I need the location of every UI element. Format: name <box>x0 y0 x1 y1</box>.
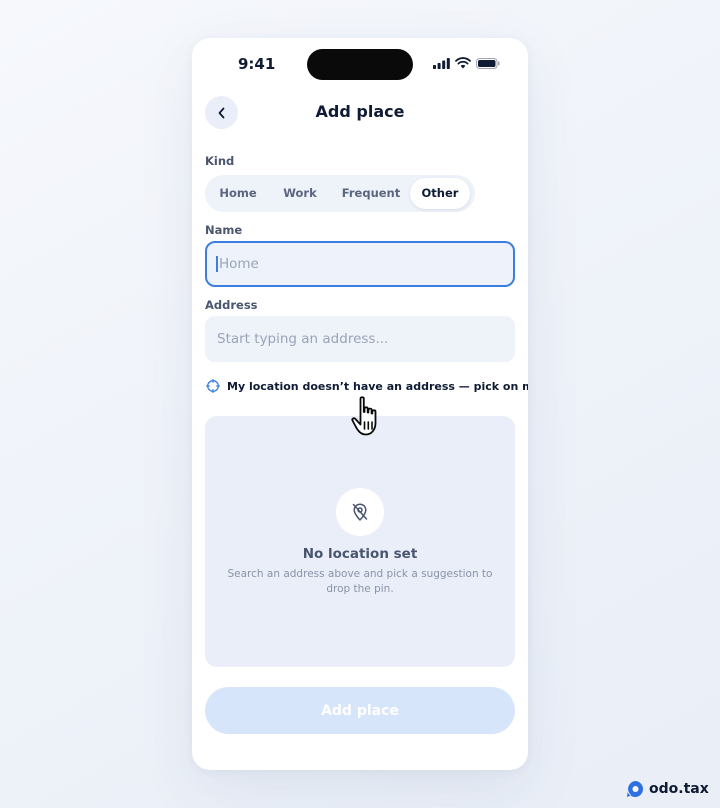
brand-watermark: odo.tax <box>626 780 709 798</box>
map-empty-description: Search an address above and pick a sugge… <box>227 568 493 595</box>
phone-screen: 9:41 Add place Kind Home Work Frequent O… <box>192 38 528 770</box>
name-input[interactable] <box>205 241 515 287</box>
pick-on-map-label: My location doesn’t have an address — pi… <box>227 379 528 393</box>
brand-name: odo.tax <box>649 781 709 797</box>
signal-icon <box>433 57 450 69</box>
wifi-icon <box>455 57 471 69</box>
address-input[interactable] <box>205 316 515 362</box>
page-title: Add place <box>315 102 405 121</box>
status-icons <box>433 57 500 69</box>
address-label: Address <box>205 298 258 312</box>
status-time: 9:41 <box>238 55 276 73</box>
location-off-badge <box>336 488 384 536</box>
dynamic-island <box>307 49 413 80</box>
add-place-button[interactable]: Add place <box>205 687 515 734</box>
name-label: Name <box>205 223 243 237</box>
map-preview[interactable]: No location set Search an address above … <box>205 416 515 667</box>
kind-selector: Home Work Frequent Other <box>205 175 475 212</box>
kind-label: Kind <box>205 154 235 168</box>
kind-option-frequent[interactable]: Frequent <box>332 178 410 209</box>
crosshair-icon <box>206 379 220 393</box>
kind-option-home[interactable]: Home <box>208 178 268 209</box>
location-off-icon <box>352 503 368 521</box>
battery-icon <box>476 57 500 69</box>
text-caret <box>216 256 218 272</box>
pick-on-map-link[interactable]: My location doesn’t have an address — pi… <box>206 379 528 393</box>
odo-logo-icon <box>627 781 644 797</box>
map-empty-title: No location set <box>302 546 418 562</box>
kind-option-work[interactable]: Work <box>268 178 332 209</box>
kind-option-other[interactable]: Other <box>410 178 470 209</box>
